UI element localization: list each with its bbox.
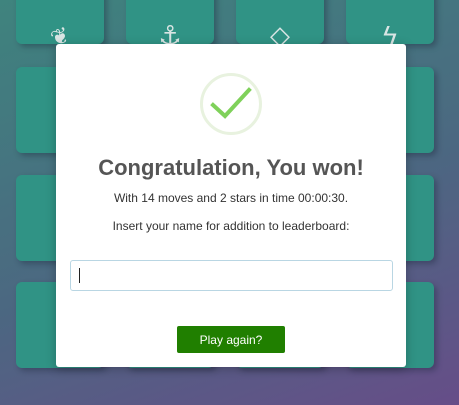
dialog-title: Congratulation, You won! (98, 155, 364, 180)
leaderboard-prompt: Insert your name for addition to leaderb… (112, 219, 350, 233)
play-again-button[interactable]: Play again? (177, 326, 285, 353)
player-name-input[interactable] (70, 260, 393, 291)
win-dialog: Congratulation, You won! With 14 moves a… (56, 44, 406, 367)
success-check-icon (200, 73, 262, 135)
text-caret (79, 268, 80, 283)
game-stats-text: With 14 moves and 2 stars in time 00:00:… (113, 191, 349, 205)
